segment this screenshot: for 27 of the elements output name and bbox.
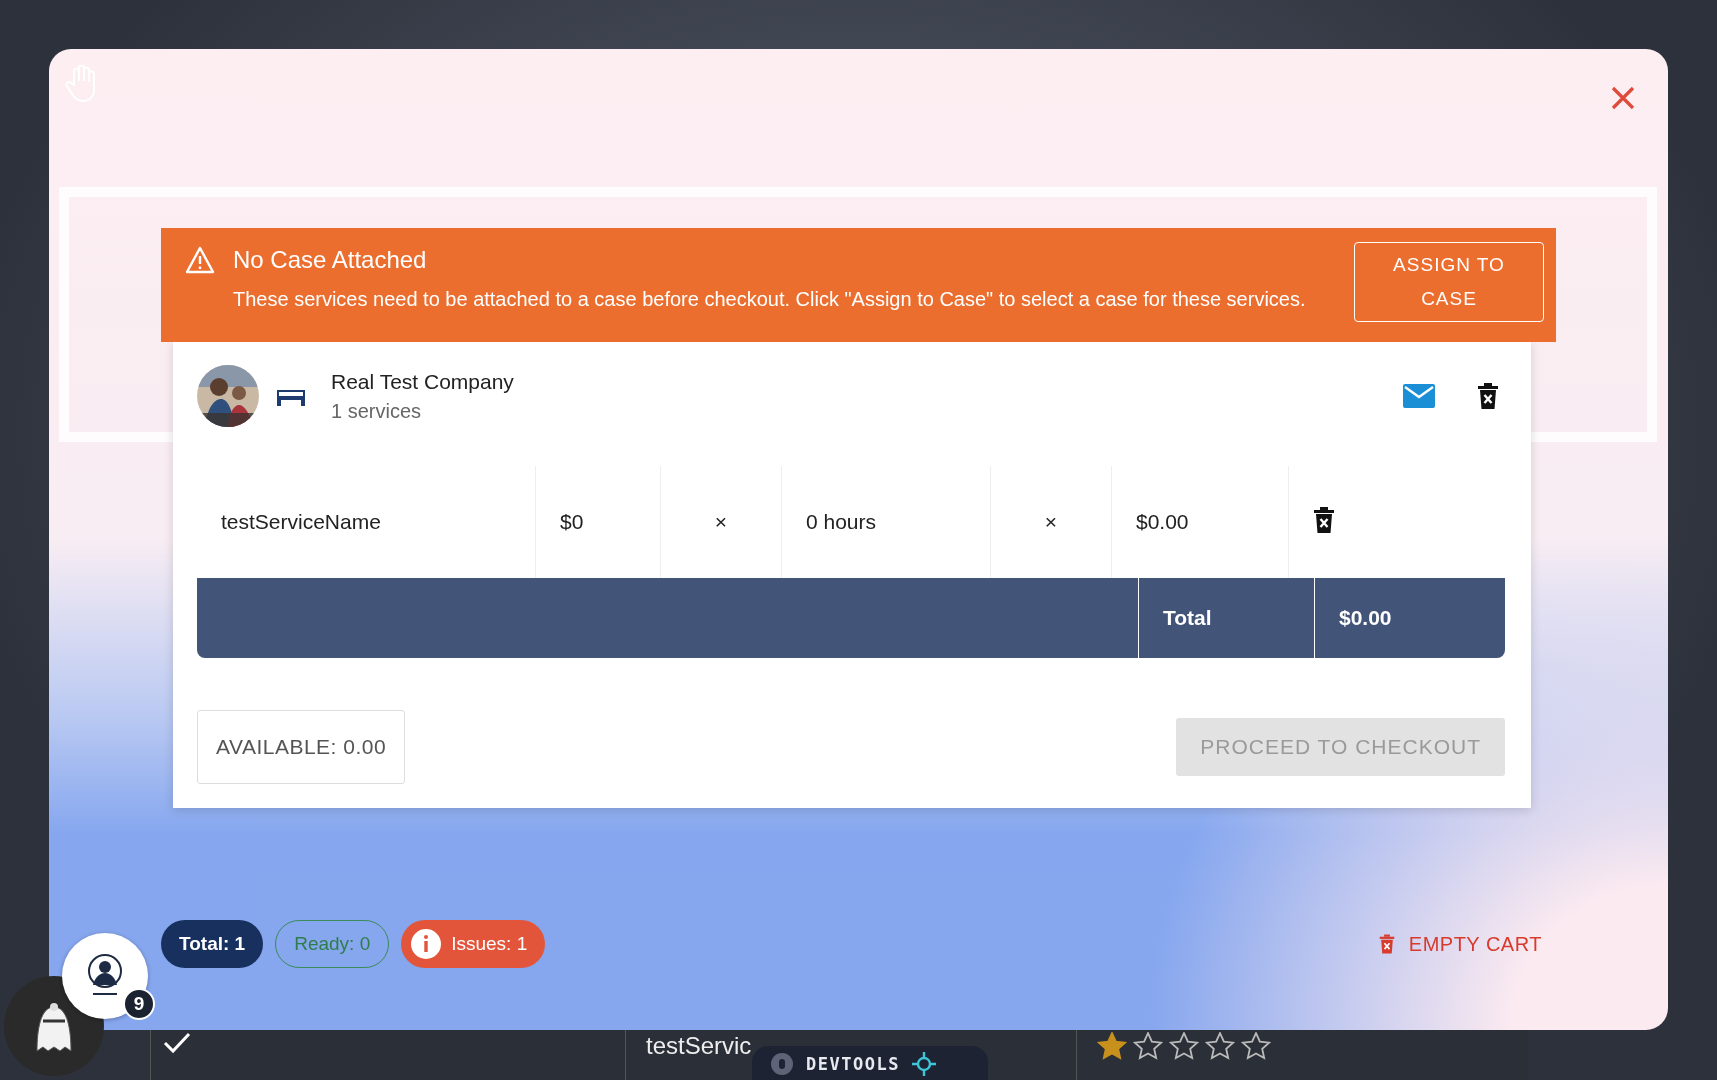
total-label: Total [1138,578,1314,658]
alert-message: These services need to be attached to a case before checkout. Click "Assign to Case" to select a case for these services. [233,287,1307,312]
crosshair-icon [911,1052,936,1076]
service-name: testServiceName [197,466,536,578]
description-text: testServic [646,1032,752,1060]
warning-icon [185,246,215,274]
assign-to-case-button[interactable]: ASSIGN TO CASE [1354,242,1544,322]
available-balance: AVAILABLE: 0.00 [197,710,406,784]
star-icon [1097,1032,1127,1060]
trash-icon[interactable] [1378,934,1395,954]
total-value: $0.00 [1314,578,1505,658]
star-icon [1133,1032,1163,1060]
vendor-name: Real Test Company [331,369,515,394]
mail-icon[interactable] [1403,384,1435,408]
star-icon [1169,1032,1199,1060]
alert-title: No Case Attached [233,246,428,274]
info-icon [411,929,442,959]
star-icon [1205,1032,1235,1060]
shield-icon [770,1052,794,1076]
delete-icon[interactable] [1477,383,1499,409]
delete-icon[interactable] [1313,506,1335,533]
service-count: 1 services [331,399,423,423]
chip-label: Issues: 1 [451,933,528,955]
devtools-button[interactable]: DEVTOOLS [752,1046,988,1080]
empty-cart-button[interactable]: EMPTY CART [1372,931,1548,957]
status-chip: Total: 1 [161,920,264,968]
star-icon [1241,1032,1271,1060]
